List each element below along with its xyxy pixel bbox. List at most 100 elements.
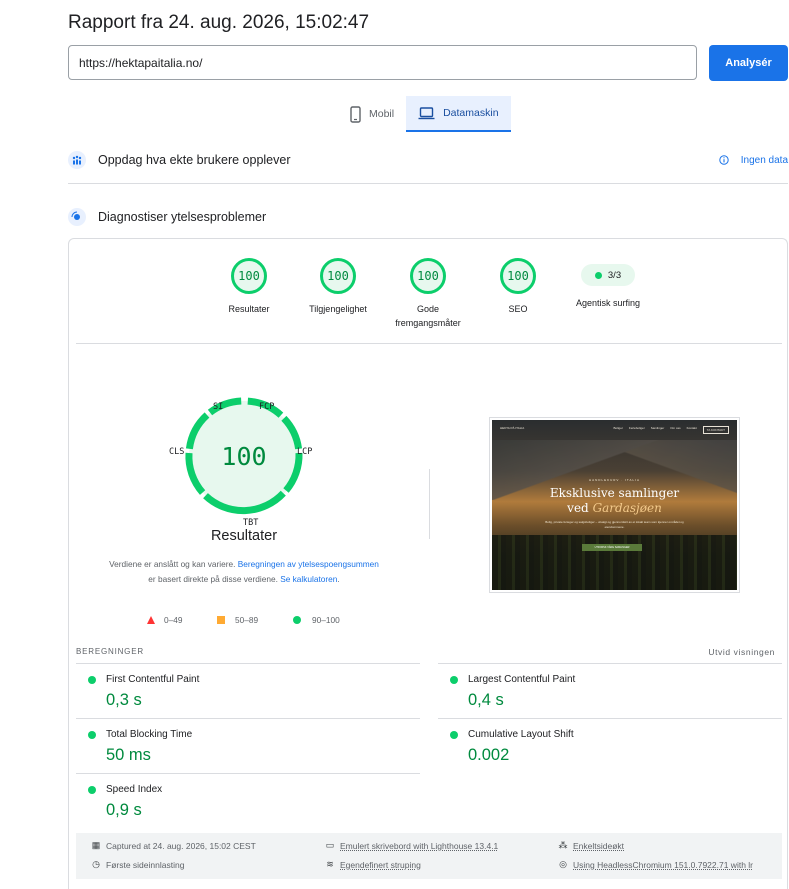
tab-mobile-label: Mobil (369, 108, 395, 120)
metric-tbt: Total Blocking Time 50 ms (76, 718, 420, 773)
headline-prefix: ved (567, 501, 593, 515)
agentic-score: 3/3 (607, 269, 622, 281)
legend-range: 50–89 (235, 615, 259, 625)
card-divider (76, 343, 782, 344)
score-gauge: 100 (320, 258, 356, 294)
analyze-button[interactable]: Analysér (709, 45, 788, 81)
screenshot-nav-link: Om oss (670, 426, 681, 430)
footer-browser[interactable]: ◎ Using HeadlessChromium 151.0.7922.71 w… (557, 859, 782, 870)
category-label: Agentisk surfing (575, 298, 641, 308)
explain-text: er basert direkte på disse verdiene. (148, 574, 281, 584)
screenshot-brand: HEKTA PÅ ITALIA (500, 426, 525, 430)
expand-view-toggle[interactable]: Utvid visningen (708, 647, 775, 657)
metric-name: First Contentful Paint (106, 674, 200, 685)
footer-emulated[interactable]: ▭ Emulert skrivebord with Lighthouse 13.… (324, 840, 499, 851)
metric-name: Total Blocking Time (106, 729, 193, 740)
average-square-icon (217, 616, 225, 624)
metric-name: Speed Index (106, 784, 163, 795)
category-accessibility[interactable]: 100 Tilgjengelighet (288, 258, 388, 316)
page-title: Rapport fra 24. aug. 2026, 15:02:47 (68, 12, 370, 33)
score-gauge: 100 (410, 258, 446, 294)
category-best-practices[interactable]: 100 Gode fremgangsmåter (378, 258, 478, 330)
pass-circle-icon (293, 616, 301, 624)
no-data-link[interactable]: Ingen data (719, 155, 788, 166)
metric-value: 0,3 s (106, 691, 142, 709)
tab-desktop-label: Datamaskin (443, 107, 499, 119)
screenshot-subtitle: Bolig, private ferieger og salgsboliger … (545, 520, 684, 529)
pass-dot (88, 676, 96, 684)
url-input[interactable] (68, 45, 697, 80)
info-icon (719, 155, 729, 165)
screenshot-cta: UTFORSK VÅRE SAMLINGER (582, 544, 642, 551)
metric-tag-cls: CLS (169, 447, 185, 457)
metric-value: 0,4 s (468, 691, 504, 709)
legend-range: 90–100 (312, 615, 340, 625)
desktop-icon: ▭ (325, 840, 335, 850)
pass-dot (450, 676, 458, 684)
headline-italic: Gardasjøen (592, 501, 662, 515)
metric-value: 0,9 s (106, 801, 142, 819)
field-data-heading: Oppdag hva ekte brukere opplever (98, 153, 291, 167)
legend-average: 50–89 (217, 615, 258, 625)
section-divider (68, 183, 788, 184)
device-tabs: Mobil Datamaskin (338, 96, 511, 132)
footer-text: Egendefinert struping (340, 859, 421, 870)
agentic-pill: 3/3 (581, 264, 635, 286)
metric-cls: Cumulative Layout Shift 0.002 (438, 718, 782, 773)
users-icon (68, 151, 86, 169)
metric-value: 0.002 (468, 746, 510, 764)
legend-fail: 0–49 (147, 615, 182, 625)
explain-text: Verdiene er anslått og kan variere. (109, 559, 238, 569)
category-label: Tilgjengelighet (309, 304, 367, 314)
metric-tag-si: SI (213, 402, 224, 412)
phone-icon (350, 105, 361, 123)
metric-name: Largest Contentful Paint (468, 674, 576, 685)
calendar-icon: ▦ (91, 840, 101, 850)
screenshot-nav-link: Ferieboliger (628, 426, 645, 430)
browser-icon: ◎ (559, 859, 567, 869)
footer-throttling[interactable]: ≋ Egendefinert struping (324, 859, 421, 870)
calculator-link[interactable]: Se kalkulatoren (280, 574, 337, 584)
lab-icon (68, 208, 86, 226)
pass-dot (594, 271, 602, 279)
metrics-heading: BEREGNINGER (76, 647, 144, 656)
wifi-icon: ≋ (326, 859, 334, 869)
explain-text: . (337, 574, 340, 584)
footer-single-session[interactable]: ⁂ Enkeltsideøkt (557, 840, 625, 851)
footer-captured: ▦ Captured at 24. aug. 2026, 15:02 CEST (90, 840, 256, 851)
screenshot-headline: Eksklusive samlinger ved Gardasjøen (492, 486, 737, 516)
fail-triangle-icon (147, 616, 155, 624)
screenshot-image: HEKTA PÅ ITALIA Boliger Ferieboliger Sam… (492, 420, 737, 590)
category-label: Resultater (228, 304, 270, 314)
timer-icon: ◷ (92, 859, 100, 869)
performance-score: 100 (221, 442, 266, 471)
performance-gauge: 100 (185, 397, 303, 515)
pass-dot (450, 731, 458, 739)
metric-name: Cumulative Layout Shift (468, 729, 574, 740)
legend-pass: 90–100 (293, 615, 340, 625)
screenshot-kicker: HANDLEKURV · ITALIA (588, 478, 641, 482)
metric-fcp: First Contentful Paint 0,3 s (76, 663, 420, 718)
category-performance[interactable]: 100 Resultater (199, 258, 299, 316)
session-icon: ⁂ (558, 840, 568, 850)
footer-text: Using HeadlessChromium 151.0.7922.71 wit… (573, 859, 754, 870)
score-explanation: Verdiene er anslått og kan variere. Bere… (109, 557, 379, 587)
run-info-footer: ▦ Captured at 24. aug. 2026, 15:02 CEST … (76, 833, 782, 879)
score-gauge: 100 (231, 258, 267, 294)
category-label: Gode fremgangsmåter (395, 304, 461, 328)
metric-si: Speed Index 0,9 s (76, 773, 420, 828)
metric-tag-fcp: FCP (259, 402, 275, 412)
diagnostics-heading: Diagnostiser ytelsesproblemer (98, 210, 267, 224)
report-card: 100 Resultater 100 Tilgjengelighet 100 G… (68, 238, 788, 889)
no-data-label: Ingen data (740, 154, 788, 166)
tab-desktop[interactable]: Datamaskin (406, 96, 511, 132)
final-screenshot: HEKTA PÅ ITALIA Boliger Ferieboliger Sam… (489, 417, 740, 593)
category-seo[interactable]: 100 SEO (468, 258, 568, 316)
score-calculation-link[interactable]: Beregningen av ytelsespoengsummen (238, 559, 379, 569)
footer-first-load: ◷ Første sideinnlasting (90, 859, 184, 870)
legend-range: 0–49 (164, 615, 183, 625)
category-agentic-browsing[interactable]: 3/3 Agentisk surfing (558, 258, 658, 310)
metric-value: 50 ms (106, 746, 151, 764)
performance-label: Resultater (210, 528, 278, 544)
tab-mobile[interactable]: Mobil (338, 96, 406, 132)
